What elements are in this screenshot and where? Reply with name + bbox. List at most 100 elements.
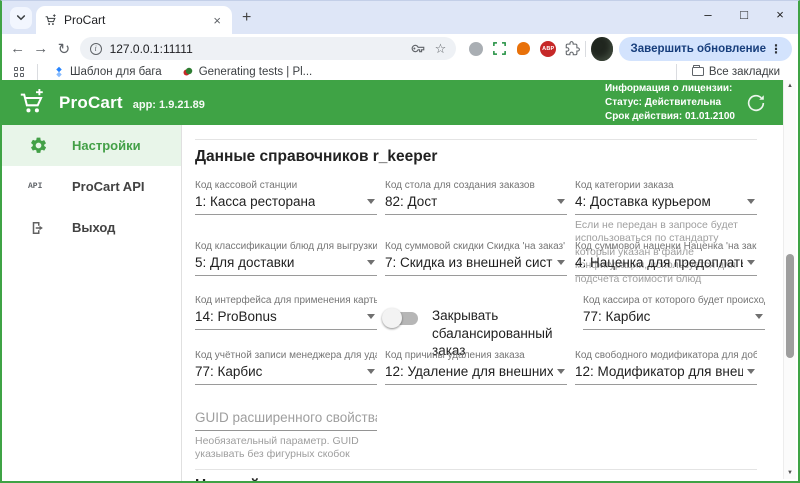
field-value: 82: Дост (385, 194, 437, 209)
dropdown-caret-icon (367, 199, 375, 204)
bottom-section-title: Настройки пользователя по умолчанию (195, 477, 783, 481)
sidebar-item-procart-api[interactable]: API ProCart API (2, 166, 181, 207)
browser-window: ProCart × + – □ × ← → ↻ i 127.0.0.1:1111… (0, 0, 800, 483)
scroll-up-icon[interactable]: ▲ (784, 83, 796, 89)
tab-strip: ProCart × + – □ × (2, 1, 798, 34)
dropdown-caret-icon (747, 369, 755, 374)
screenshot-extension-icon[interactable] (492, 41, 507, 56)
bookmark-bug-template[interactable]: Шаблон для бага (53, 66, 162, 78)
select-field-cash-station[interactable]: Код кассовой станции 1: Касса ресторана (195, 180, 377, 241)
divider (195, 139, 757, 140)
license-refresh-icon[interactable] (745, 92, 767, 114)
password-key-icon[interactable] (410, 41, 425, 56)
sidebar-item-settings[interactable]: Настройки (2, 125, 181, 166)
field-label: Код кассира от которого будет происходит… (583, 295, 765, 306)
field-label: Код причины удаления заказа (385, 350, 567, 361)
procart-app: ProCart app: 1.9.21.89 Информация о лице… (2, 80, 783, 481)
apps-grid-icon[interactable] (14, 67, 24, 77)
field-label: Код категории заказа (575, 180, 757, 191)
bookmark-label: Шаблон для бага (70, 66, 162, 78)
field-value: 12: Удаление для внешних сис... (385, 364, 553, 379)
license-info: Информация о лицензии: Статус: Действите… (605, 82, 735, 124)
select-field-cashier[interactable]: Код кассира от которого будет происходит… (583, 295, 765, 350)
main-panel: Данные справочников r_keeper Код кассово… (182, 125, 783, 481)
toggle-field-close-balanced-order: Закрывать сбалансированный заказ (385, 295, 575, 350)
bookmark-star-icon[interactable]: ☆ (435, 41, 447, 57)
dropdown-caret-icon (747, 199, 755, 204)
select-field-manager-account[interactable]: Код учётной записи менеджера для удалени… (195, 350, 377, 408)
dropdown-caret-icon (557, 199, 565, 204)
browser-menu-icon[interactable]: ⋮ (766, 42, 786, 56)
scroll-down-icon[interactable]: ▼ (784, 470, 796, 476)
select-field-card-interface[interactable]: Код интерфейса для применения карты 14: … (195, 295, 377, 350)
back-icon[interactable]: ← (6, 40, 29, 57)
section-title: Данные справочников r_keeper (195, 148, 783, 166)
all-bookmarks-label: Все закладки (709, 66, 780, 78)
bookmark-label: Generating tests | Pl... (199, 66, 313, 78)
select-field-menu-classification[interactable]: Код классификации блюд для выгрузки меню… (195, 241, 377, 295)
field-label: Код свободного модификатора для добавлен… (575, 350, 757, 361)
adblock-plus-icon[interactable]: ABP (540, 41, 556, 57)
sidebar-item-exit[interactable]: Выход (2, 207, 181, 248)
folder-icon (692, 67, 704, 76)
select-field-delete-reason[interactable]: Код причины удаления заказа 12: Удаление… (385, 350, 567, 408)
field-helper: Необязательный параметр. GUID указывать … (195, 435, 377, 462)
extensions-puzzle-icon[interactable] (565, 41, 580, 56)
select-field-free-modifier[interactable]: Код свободного модификатора для добавлен… (575, 350, 757, 408)
dropdown-caret-icon (747, 260, 755, 265)
maximize-button[interactable]: □ (726, 1, 762, 27)
profile-avatar[interactable] (591, 37, 612, 61)
license-expiry: Срок действия: 01.01.2100 (605, 110, 735, 124)
reload-icon[interactable]: ↻ (52, 40, 75, 58)
field-value: 14: ProBonus (195, 309, 277, 324)
field-label: Код суммовой скидки Скидка 'на заказ' с … (385, 241, 567, 252)
dropdown-caret-icon (557, 369, 565, 374)
select-field-sum-discount[interactable]: Код суммовой скидки Скидка 'на заказ' с … (385, 241, 567, 295)
license-title: Информация о лицензии: (605, 82, 735, 96)
address-bar[interactable]: i 127.0.0.1:11111 ☆ (80, 37, 457, 60)
chevron-down-icon (16, 14, 26, 22)
procart-cart-logo-icon (18, 89, 45, 116)
dropdown-caret-icon (367, 260, 375, 265)
url-text[interactable]: 127.0.0.1:11111 (110, 42, 410, 56)
cart-favicon-icon (44, 14, 57, 27)
select-field-order-category[interactable]: Код категории заказа 4: Доставка курьеро… (575, 180, 757, 241)
browser-tab-procart[interactable]: ProCart × (36, 6, 232, 34)
toggle-switch-off[interactable] (385, 312, 418, 325)
all-bookmarks-button[interactable]: Все закладки (692, 66, 780, 78)
divider (195, 469, 757, 470)
extension-orange-icon[interactable] (517, 42, 530, 55)
dropdown-caret-icon (755, 314, 763, 319)
extensions-row: ABP (468, 41, 580, 57)
field-value: 12: Модификатор для внешнег... (575, 364, 743, 379)
update-chrome-chip[interactable]: Завершить обновление ⋮ (619, 37, 792, 61)
tab-close-icon[interactable]: × (210, 13, 224, 28)
select-field-sum-markup[interactable]: Код суммовой наценки Наценка 'на заказ' … (575, 241, 757, 295)
dropdown-caret-icon (367, 314, 375, 319)
site-info-icon[interactable]: i (90, 43, 102, 55)
api-icon: API (28, 182, 48, 191)
field-label: Код интерфейса для применения карты (195, 295, 377, 306)
page-scrollbar[interactable]: ▲ ▼ (783, 80, 796, 479)
select-field-order-table[interactable]: Код стола для создания заказов 82: Дост (385, 180, 567, 241)
field-value: 7: Скидка из внешней системы (385, 255, 553, 270)
guid-input[interactable] (195, 408, 377, 431)
new-tab-button[interactable]: + (242, 9, 251, 27)
minimize-button[interactable]: – (690, 1, 726, 27)
forward-icon[interactable]: → (29, 40, 52, 57)
sidebar: Настройки API ProCart API Выход (2, 125, 182, 481)
app-content: Настройки API ProCart API Выход (2, 125, 783, 481)
sidebar-item-label: Выход (72, 220, 115, 235)
field-label: Код суммовой наценки Наценка 'на заказ' … (575, 241, 757, 252)
gear-icon (29, 136, 48, 155)
generating-tests-icon (182, 66, 194, 78)
tab-search-button[interactable] (10, 7, 32, 29)
sidebar-item-label: Настройки (72, 138, 141, 153)
app-version: app: 1.9.21.89 (133, 99, 205, 111)
extension-gray-icon[interactable] (469, 42, 483, 56)
scrollbar-thumb[interactable] (786, 254, 794, 358)
app-header: ProCart app: 1.9.21.89 Информация о лице… (2, 80, 783, 125)
close-button[interactable]: × (762, 1, 798, 27)
field-value: 77: Карбис (583, 309, 650, 324)
bookmark-generating-tests[interactable]: Generating tests | Pl... (182, 66, 313, 78)
